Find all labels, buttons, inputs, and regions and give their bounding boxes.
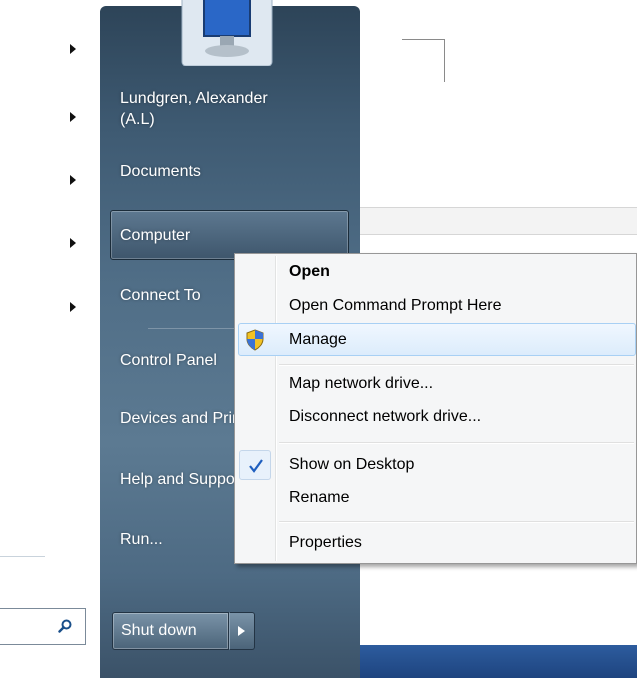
start-item-control-panel[interactable]: Control Panel	[120, 352, 217, 370]
menu-icon-gutter	[275, 256, 277, 561]
context-menu: Open Open Command Prompt Here Manage Map…	[234, 253, 637, 564]
uac-shield-icon	[246, 329, 264, 351]
taskbar	[348, 645, 637, 678]
background-window-toolbar	[348, 207, 637, 235]
shutdown-button[interactable]: Shut down	[112, 612, 229, 650]
submenu-arrow-icon[interactable]	[70, 112, 76, 122]
menu-item-properties[interactable]: Properties	[289, 534, 362, 552]
search-icon[interactable]	[58, 619, 72, 633]
submenu-arrow-icon[interactable]	[70, 238, 76, 248]
divider	[0, 556, 45, 557]
user-name-link[interactable]: Lundgren, Alexander (A.L)	[120, 90, 268, 129]
start-search-input[interactable]	[0, 608, 86, 645]
menu-separator	[279, 442, 634, 444]
user-picture-icon[interactable]	[178, 0, 276, 66]
checkmark-icon	[249, 459, 263, 473]
start-menu-programs-pane	[0, 16, 101, 596]
submenu-arrow-icon[interactable]	[70, 302, 76, 312]
background-window-corner	[402, 39, 445, 82]
menu-item-rename[interactable]: Rename	[289, 489, 349, 507]
menu-separator	[279, 364, 634, 366]
menu-item-open-command-prompt[interactable]: Open Command Prompt Here	[289, 297, 502, 315]
submenu-arrow-icon[interactable]	[70, 175, 76, 185]
submenu-arrow-icon[interactable]	[70, 44, 76, 54]
start-item-documents[interactable]: Documents	[120, 163, 201, 181]
checked-state-box	[239, 450, 271, 480]
user-initials-label: (A.L)	[120, 111, 155, 128]
menu-item-map-network-drive[interactable]: Map network drive...	[289, 375, 433, 393]
user-name-label: Lundgren, Alexander	[120, 90, 268, 107]
shutdown-options-button[interactable]	[229, 612, 255, 650]
menu-item-open[interactable]: Open	[289, 263, 330, 281]
start-item-help-and-support[interactable]: Help and Support	[120, 471, 245, 489]
start-item-label: Computer	[120, 227, 191, 244]
chevron-right-icon	[238, 626, 245, 636]
menu-item-show-on-desktop[interactable]: Show on Desktop	[289, 456, 414, 474]
menu-item-disconnect-network-drive[interactable]: Disconnect network drive...	[289, 408, 481, 426]
start-item-connect-to[interactable]: Connect To	[120, 287, 201, 305]
menu-item-manage[interactable]: Manage	[289, 331, 347, 349]
menu-separator	[279, 521, 634, 523]
start-item-run[interactable]: Run...	[120, 531, 163, 549]
